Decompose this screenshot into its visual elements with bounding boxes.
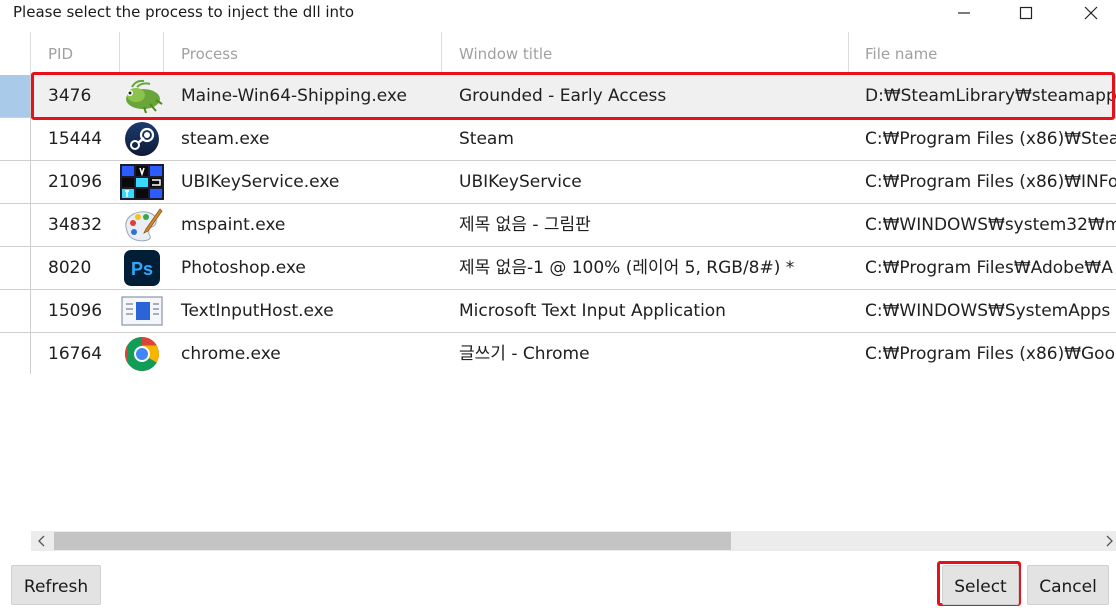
pid-cell: 15444	[48, 129, 103, 149]
minimize-icon	[958, 12, 970, 14]
row-selection-indicator	[0, 75, 30, 117]
svg-text:Ps: Ps	[131, 259, 153, 279]
close-icon	[1084, 6, 1098, 20]
window-title-cell: Microsoft Text Input Application	[459, 301, 726, 321]
steam-icon	[120, 121, 164, 157]
process-cell: Photoshop.exe	[181, 258, 306, 278]
text-input-host-icon	[120, 293, 164, 329]
row-gutter	[30, 75, 31, 117]
file-name-cell: C:₩Program Files (x86)₩INFo	[865, 172, 1116, 192]
file-name-cell: C:₩Program Files (x86)₩Stea	[865, 129, 1116, 149]
ubikey-icon	[120, 164, 164, 200]
cancel-button[interactable]: Cancel	[1027, 565, 1109, 605]
file-name-cell: C:₩Program Files₩Adobe₩A	[865, 258, 1113, 278]
table-row[interactable]: 3476 Maine-Win64-Shipping.exe Grounded -…	[0, 75, 1116, 118]
scrollbar-thumb[interactable]	[54, 532, 731, 550]
table-row[interactable]: 16764 chrome.exe 글쓰기 - Chrome C:₩Program…	[0, 333, 1116, 374]
table-row[interactable]: 21096 UBIKeyService.exe UBIKeyService C:…	[0, 161, 1116, 204]
row-gutter	[30, 118, 31, 160]
row-selection-indicator	[0, 161, 30, 203]
column-header-file-name[interactable]: File name	[865, 32, 937, 75]
grounded-ant-icon	[120, 78, 164, 114]
title-bar: Please select the process to inject the …	[0, 0, 1116, 30]
scroll-right-button[interactable]	[1102, 531, 1116, 551]
row-selection-indicator	[0, 204, 30, 246]
window-title-cell: 제목 없음 - 그림판	[459, 215, 591, 235]
row-selection-indicator	[0, 247, 30, 289]
minimize-button[interactable]	[944, 0, 984, 26]
table-row[interactable]: 8020 Ps Photoshop.exe 제목 없음-1 @ 100% (레이…	[0, 247, 1116, 290]
refresh-button[interactable]: Refresh	[11, 565, 101, 605]
column-header-process[interactable]: Process	[181, 32, 238, 75]
process-cell: TextInputHost.exe	[181, 301, 334, 321]
row-selection-indicator	[0, 333, 30, 374]
pid-cell: 34832	[48, 215, 103, 235]
pid-cell: 16764	[48, 344, 103, 364]
process-grid[interactable]: PID Process Window title File name 3476 …	[0, 32, 1116, 374]
file-name-cell: C:₩WINDOWS₩SystemApps	[865, 301, 1111, 321]
chrome-icon	[120, 336, 164, 372]
window-title: Please select the process to inject the …	[13, 3, 355, 21]
column-separator[interactable]	[441, 32, 442, 75]
column-separator[interactable]	[163, 32, 164, 75]
table-row[interactable]: 15096 TextInputHost.exe Microsoft Text I…	[0, 290, 1116, 333]
maximize-icon	[1019, 6, 1033, 20]
file-name-cell: C:₩Program Files (x86)₩Goo	[865, 344, 1115, 364]
photoshop-icon: Ps	[120, 250, 164, 286]
file-name-cell: D:₩SteamLibrary₩steamapps	[865, 86, 1116, 106]
column-header-pid[interactable]: PID	[48, 32, 73, 75]
pid-cell: 15096	[48, 301, 103, 321]
grid-header: PID Process Window title File name	[0, 32, 1116, 76]
process-cell: chrome.exe	[181, 344, 281, 364]
row-selection-indicator	[0, 290, 30, 332]
table-row[interactable]: 34832 mspaint.exe 제목 없음 - 그림판 C:₩WINDOWS…	[0, 204, 1116, 247]
maximize-button[interactable]	[1006, 0, 1046, 26]
column-separator[interactable]	[119, 32, 120, 75]
row-gutter	[30, 247, 31, 289]
file-name-cell: C:₩WINDOWS₩system32₩m	[865, 215, 1116, 235]
window-title-cell: Grounded - Early Access	[459, 86, 667, 106]
process-cell: UBIKeyService.exe	[181, 172, 340, 192]
select-button[interactable]: Select	[942, 565, 1019, 605]
scroll-left-button[interactable]	[35, 531, 49, 551]
row-gutter	[30, 290, 31, 332]
process-cell: steam.exe	[181, 129, 270, 149]
row-selection-indicator	[0, 118, 30, 160]
paint-palette-icon	[120, 207, 164, 243]
window-title-cell: 글쓰기 - Chrome	[459, 344, 590, 364]
close-button[interactable]	[1071, 0, 1111, 26]
row-gutter	[30, 333, 31, 374]
window-title-cell: UBIKeyService	[459, 172, 582, 192]
row-gutter	[30, 204, 31, 246]
pid-cell: 21096	[48, 172, 103, 192]
horizontal-scrollbar[interactable]	[31, 531, 1116, 551]
column-header-window-title[interactable]: Window title	[459, 32, 552, 75]
table-row[interactable]: 15444 steam.exe Steam C:₩Program Files (…	[0, 118, 1116, 161]
window-title-cell: Steam	[459, 129, 514, 149]
column-separator[interactable]	[30, 32, 31, 75]
chevron-left-icon	[38, 535, 45, 547]
chevron-right-icon	[1106, 535, 1113, 547]
process-cell: Maine-Win64-Shipping.exe	[181, 86, 407, 106]
pid-cell: 3476	[48, 86, 92, 106]
column-separator[interactable]	[848, 32, 849, 75]
pid-cell: 8020	[48, 258, 92, 278]
row-gutter	[30, 161, 31, 203]
window-title-cell: 제목 없음-1 @ 100% (레이어 5, RGB/8#) *	[459, 258, 795, 278]
process-cell: mspaint.exe	[181, 215, 286, 235]
